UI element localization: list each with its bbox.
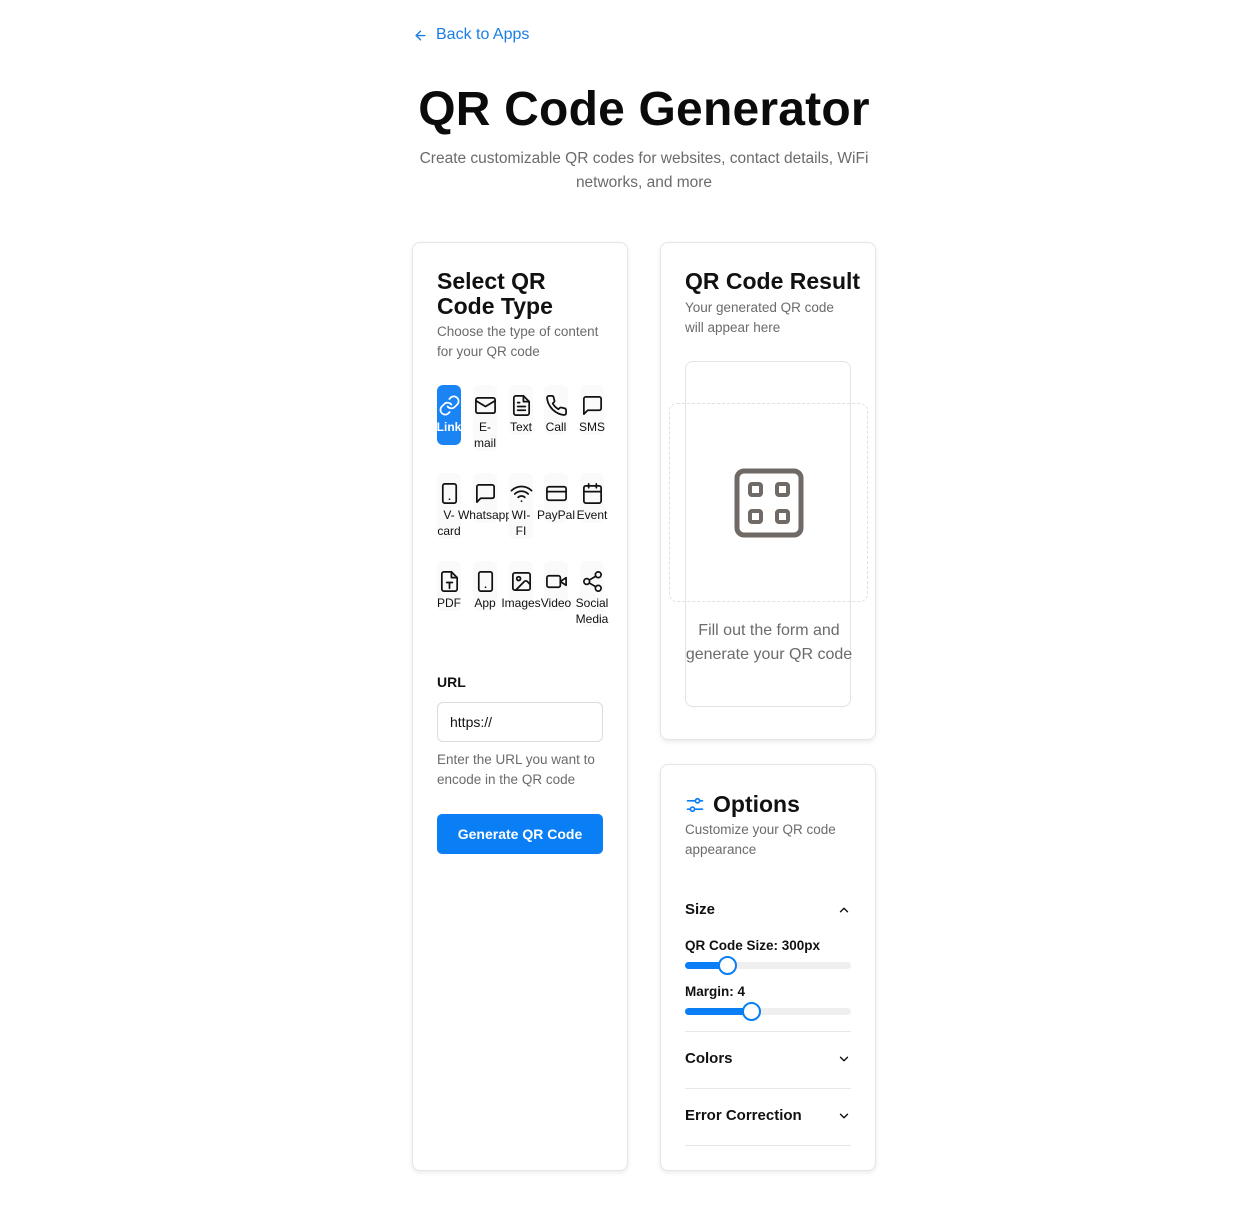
type-label: PDF [437,596,461,610]
error-correction-section-label: Error Correction [685,1107,802,1124]
generate-qr-button[interactable]: Generate QR Code [437,814,603,854]
size-accordion-header[interactable]: Size [685,901,851,918]
qr-size-slider[interactable] [685,956,851,975]
type-option-wifi[interactable]: WI-FI [509,473,533,539]
section-divider [685,1145,851,1146]
qr-empty-message: Fill out the form and generate your QR c… [685,622,853,663]
type-option-pdf[interactable]: PDF [437,561,461,611]
smartphone-icon [473,569,497,593]
type-option-email[interactable]: E-mail [473,385,497,451]
margin-label: Margin: 4 [685,984,746,999]
chevron-up-icon [839,907,849,912]
message-icon [580,393,604,417]
section-divider [685,1088,851,1089]
qr-result-title: QR Code Result [685,268,861,294]
url-help-text: Enter the URL you want to encode in the … [437,752,595,787]
type-option-paypal[interactable]: PayPal [537,473,575,523]
qr-result-card: QR Code Result Your generated QR code wi… [660,242,876,740]
colors-section-label: Colors [685,1050,733,1067]
options-card: Options Customize your QR code appearanc… [660,764,876,1171]
type-label: Social Media [575,596,609,626]
type-label: Text [509,420,532,434]
url-input[interactable] [437,702,603,742]
options-description: Customize your QR code appearance [685,822,836,857]
credit-card-icon [544,481,568,505]
type-option-video[interactable]: Video [541,561,571,611]
qr-result-description: Your generated QR code will appear here [685,300,834,335]
type-option-link[interactable]: Link [437,385,461,445]
back-to-apps-link[interactable]: Back to Apps [413,26,529,44]
margin-slider[interactable] [685,1002,851,1021]
smartphone-icon [437,481,461,505]
qr-code-icon [734,468,804,538]
error-correction-accordion-header[interactable]: Error Correction [685,1107,851,1124]
page-title: QR Code Generator [418,83,870,136]
type-label: Images [501,596,541,610]
type-label: E-mail [474,420,497,450]
type-option-social-media[interactable]: Social Media [576,561,608,627]
type-option-whatsapp[interactable]: Whatsapp [458,473,512,523]
type-option-call[interactable]: Call [544,385,568,435]
link-icon [437,393,461,417]
type-label: WI-FI [511,508,531,538]
section-divider [685,1031,851,1032]
message-icon [473,481,497,505]
type-label: Call [545,420,567,434]
chevron-down-icon [839,1056,849,1061]
wifi-icon [509,481,533,505]
slider-thumb[interactable] [717,956,737,975]
type-label: Whatsapp [457,508,513,522]
options-header: Options [685,791,800,818]
type-option-images[interactable]: Images [501,561,541,611]
type-option-app[interactable]: App [473,561,497,611]
qr-type-title: Select QR Code Type [437,268,553,319]
type-option-sms[interactable]: SMS [579,385,605,435]
type-label: PayPal [536,508,576,522]
phone-icon [544,393,568,417]
size-section-label: Size [685,901,716,918]
type-label: Link [436,420,462,434]
slider-thumb[interactable] [742,1002,762,1021]
type-option-event[interactable]: Event [577,473,607,523]
video-icon [544,569,568,593]
url-label: URL [437,674,466,690]
type-option-vcard[interactable]: V-card [437,473,461,539]
type-label: App [474,596,496,610]
qr-type-description: Choose the type of content for your QR c… [437,324,599,359]
back-link-label: Back to Apps [436,26,530,43]
calendar-icon [580,481,604,505]
type-label: Video [540,596,572,610]
type-label: Event [576,508,608,522]
mail-icon [473,393,497,417]
page-subtitle: Create customizable QR codes for website… [419,150,869,191]
colors-accordion-header[interactable]: Colors [685,1050,851,1067]
qr-size-label: QR Code Size: 300px [685,938,821,953]
chevron-down-icon [839,1113,849,1118]
file-type-icon [437,569,461,593]
share-icon [580,569,604,593]
type-option-text[interactable]: Text [509,385,533,435]
type-label: SMS [578,420,605,434]
sliders-icon [686,797,704,812]
arrow-left-icon [415,29,426,41]
file-text-icon [509,393,533,417]
qr-type-card: Select QR Code Type Choose the type of c… [412,242,628,1171]
options-title: Options [713,791,800,817]
image-icon [509,569,533,593]
